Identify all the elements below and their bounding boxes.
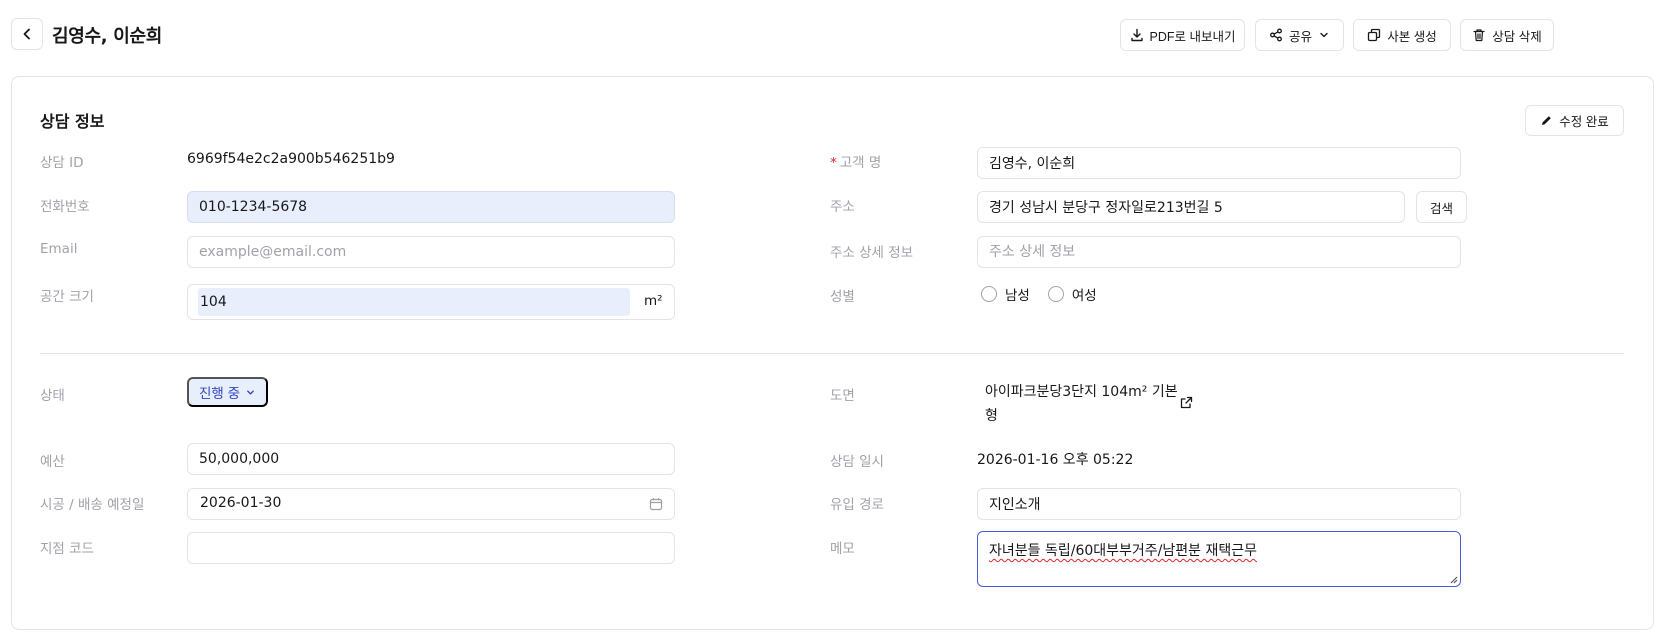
duplicate-button[interactable]: 사본 생성 [1353,19,1451,51]
status-dropdown[interactable]: 진행 중 [187,377,269,407]
customer-name-label-text: 고객 명 [839,155,882,171]
consult-id-value: 6969f54e2c2a900b546251b9 [187,151,395,167]
copy-icon [1368,28,1381,42]
gender-radio-group: 남성 여성 [981,284,1109,304]
inflow-label: 유입 경로 [830,497,884,513]
consult-datetime-value: 2026-01-16 오후 05:22 [977,452,1134,468]
download-icon [1130,28,1143,42]
space-size-input-group: 104 m² [187,284,675,320]
drawing-label: 도면 [830,388,855,404]
customer-name-field[interactable] [977,147,1461,179]
drawing-link[interactable]: 아이파크분당3단지 104m² 기본형 [985,380,1185,428]
section-title: 상담 정보 [40,112,105,131]
gender-option-female[interactable]: 여성 [1047,284,1097,304]
pdf-export-button[interactable]: PDF로 내보내기 [1120,19,1245,51]
memo-textarea[interactable]: 자녀분들 독립/60대부부거주/남편분 재택근무 [977,531,1461,587]
chevron-down-icon [1320,32,1328,38]
address-detail-label: 주소 상세 정보 [830,245,914,261]
address-detail-field[interactable] [977,236,1461,268]
delete-consultation-button[interactable]: 상담 삭제 [1460,19,1554,51]
status-value: 진행 중 [199,386,241,401]
pdf-export-label: PDF로 내보내기 [1149,29,1236,44]
customer-name-label: * 고객 명 [830,151,881,171]
branch-code-label: 지점 코드 [40,541,94,557]
schedule-date-field[interactable]: 2026-01-30 [187,488,675,520]
share-button[interactable]: 공유 [1255,19,1344,51]
memo-text: 자녀분들 독립/60대부부거주/남편분 재택근무 [989,543,1257,559]
budget-label: 예산 [40,454,65,470]
address-search-button[interactable]: 검색 [1416,191,1467,223]
consult-id-label: 상담 ID [40,155,84,171]
edit-complete-button[interactable]: 수정 완료 [1525,105,1624,136]
space-size-field[interactable]: 104 [198,288,630,316]
required-mark: * [830,155,837,171]
space-unit: m² [644,293,663,309]
share-label: 공유 [1288,29,1312,44]
edit-complete-label: 수정 완료 [1559,115,1609,129]
email-label: Email [40,241,78,257]
gender-male-label: 남성 [1005,288,1030,304]
space-size-label: 공간 크기 [40,289,94,305]
chevron-down-icon [247,389,254,395]
calendar-icon[interactable] [649,497,663,511]
top-bar: 김영수, 이순희 PDF로 내보내기 공유 사본 생성 상담 삭제 [0,0,1665,72]
radio-circle[interactable] [1047,286,1064,302]
pencil-icon [1542,116,1552,125]
external-link-icon[interactable] [1180,396,1193,409]
page-title: 김영수, 이순희 [52,26,163,47]
schedule-date-value: 2026-01-30 [200,495,282,511]
gender-female-label: 여성 [1071,288,1097,304]
radio-circle[interactable] [981,286,997,302]
section-divider [40,353,1624,354]
share-icon [1270,28,1282,42]
address-field[interactable] [977,191,1405,223]
chevron-left-icon [23,28,30,40]
address-label: 주소 [830,199,855,215]
consult-datetime-label: 상담 일시 [830,454,884,470]
duplicate-label: 사본 생성 [1387,29,1437,44]
email-field[interactable] [187,236,675,268]
memo-label: 메모 [830,541,855,557]
trash-icon [1473,29,1485,42]
resize-handle-icon[interactable] [1448,574,1458,584]
delete-label: 상담 삭제 [1492,29,1542,44]
inflow-field[interactable] [977,488,1461,520]
gender-label: 성별 [830,289,855,305]
back-button[interactable] [11,18,43,50]
gender-option-male[interactable]: 남성 [981,284,1030,304]
branch-code-field[interactable] [187,532,675,564]
phone-label: 전화번호 [40,199,90,215]
phone-field[interactable] [187,191,675,223]
status-label: 상태 [40,388,65,404]
budget-field[interactable] [187,443,675,475]
schedule-label: 시공 / 배송 예정일 [40,497,145,513]
